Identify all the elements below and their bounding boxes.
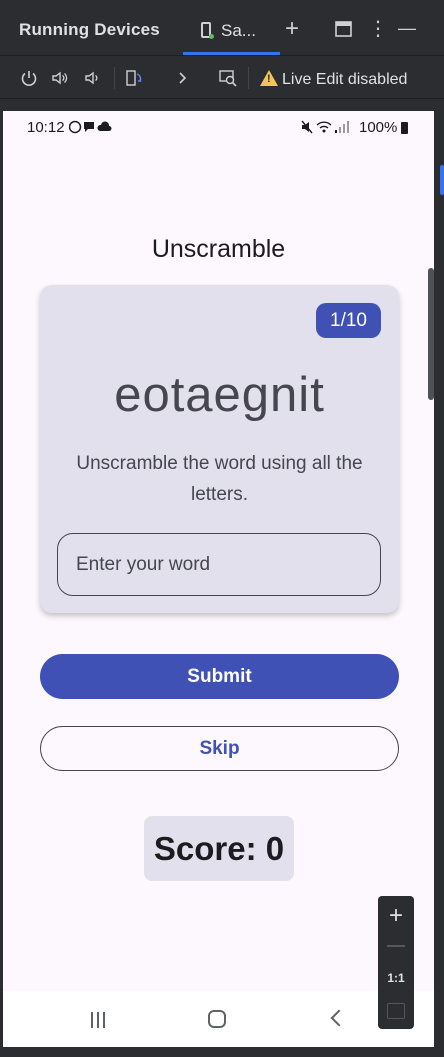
warning-icon xyxy=(260,70,278,86)
live-edit-label: Live Edit disabled xyxy=(282,71,408,88)
home-icon[interactable] xyxy=(208,1010,226,1028)
toolbar-divider xyxy=(114,67,115,89)
submit-button[interactable]: Submit xyxy=(40,654,399,699)
power-icon[interactable] xyxy=(20,69,38,87)
live-edit-status[interactable]: Live Edit disabled xyxy=(260,68,407,89)
recents-icon[interactable] xyxy=(89,1012,107,1028)
status-bar: 10:12 100% xyxy=(3,111,434,145)
add-device-button[interactable]: + xyxy=(285,17,299,41)
volume-up-icon[interactable] xyxy=(51,69,69,87)
device-tab[interactable]: Sa... xyxy=(183,12,279,56)
word-counter-badge: 1/10 xyxy=(316,303,381,338)
fit-screen-icon[interactable] xyxy=(387,1003,405,1019)
device-online-dot xyxy=(209,34,214,39)
instructions-text: Unscramble the word using all the letter… xyxy=(76,453,363,505)
more-options-button[interactable]: ⋮ xyxy=(368,19,388,39)
zoom-in-button[interactable]: + xyxy=(378,902,414,930)
notification-icons xyxy=(68,120,113,137)
ide-tab-bar: Running Devices Sa... + ⋮ — xyxy=(0,0,444,56)
status-time: 10:12 xyxy=(27,119,65,136)
device-tab-label: Sa... xyxy=(221,21,256,40)
zoom-out-button[interactable] xyxy=(387,945,405,947)
layout-inspector-icon[interactable] xyxy=(219,69,237,87)
battery-percent: 100% xyxy=(359,119,398,136)
system-icons xyxy=(301,120,353,137)
tool-window-title: Running Devices xyxy=(19,20,160,39)
scrollbar-thumb[interactable] xyxy=(428,268,434,400)
system-icons-graphic xyxy=(301,120,349,134)
window-layout-icon xyxy=(335,21,352,37)
window-layout-button[interactable] xyxy=(335,21,352,41)
device-screen: 10:12 100% Unscramble 1/10 eotaegnit Uns… xyxy=(3,111,434,1047)
score-display: Score: 0 xyxy=(144,816,294,881)
back-icon[interactable] xyxy=(330,1009,348,1027)
actual-size-button[interactable]: 1:1 xyxy=(378,971,414,985)
game-card: 1/10 eotaegnit Unscramble the word using… xyxy=(40,285,399,613)
system-nav-bar xyxy=(3,991,434,1047)
chevron-right-icon[interactable] xyxy=(174,69,192,87)
zoom-controls: + 1:1 xyxy=(378,896,414,1029)
side-panel-indicator xyxy=(440,165,444,195)
device-toolbar: Live Edit disabled xyxy=(0,57,444,99)
rotate-device-icon[interactable] xyxy=(125,69,143,87)
battery-icon xyxy=(401,122,408,134)
scrambled-word: eotaegnit xyxy=(114,368,325,422)
hide-button[interactable]: — xyxy=(398,18,416,38)
skip-button[interactable]: Skip xyxy=(40,726,399,771)
volume-down-icon[interactable] xyxy=(83,69,101,87)
word-input[interactable] xyxy=(57,533,381,596)
notification-icons-graphic xyxy=(68,120,112,134)
app-title: Unscramble xyxy=(151,235,286,263)
active-tab-indicator xyxy=(183,52,280,55)
toolbar-divider xyxy=(248,67,249,89)
